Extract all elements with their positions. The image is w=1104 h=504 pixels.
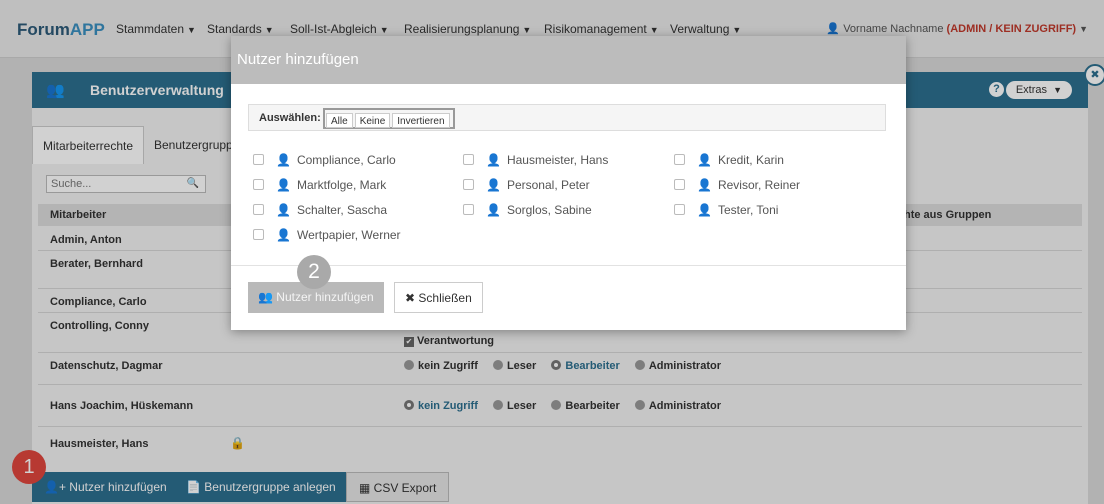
step-badge-2: 2 bbox=[297, 255, 331, 289]
checkbox[interactable] bbox=[674, 179, 685, 190]
checkbox[interactable] bbox=[253, 154, 264, 165]
checkbox[interactable] bbox=[253, 179, 264, 190]
checkbox[interactable] bbox=[463, 154, 474, 165]
select-all-button[interactable]: Alle bbox=[326, 113, 353, 128]
checkbox[interactable] bbox=[674, 154, 685, 165]
person-icon: 👤 bbox=[697, 153, 712, 167]
user-option[interactable]: 👤 Kredit, Karin bbox=[674, 153, 784, 167]
select-none-button[interactable]: Keine bbox=[354, 113, 391, 128]
modal-header: Nutzer hinzufügen bbox=[231, 36, 906, 84]
person-icon: 👤 bbox=[486, 153, 501, 167]
select-label: Auswählen: bbox=[259, 112, 321, 124]
user-option[interactable]: 👤 Tester, Toni bbox=[674, 203, 778, 217]
person-icon: 👤 bbox=[697, 203, 712, 217]
checkbox[interactable] bbox=[463, 204, 474, 215]
modal-close-button[interactable]: ✖ Schließen bbox=[394, 282, 483, 313]
user-option[interactable]: 👤 Personal, Peter bbox=[463, 178, 590, 192]
user-option[interactable]: 👤 Wertpapier, Werner bbox=[253, 228, 401, 242]
user-option[interactable]: 👤 Revisor, Reiner bbox=[674, 178, 800, 192]
modal-footer-divider bbox=[231, 265, 906, 266]
select-button-group: Alle Keine Invertieren bbox=[323, 108, 455, 129]
modal-title: Nutzer hinzufügen bbox=[237, 51, 359, 68]
user-option[interactable]: 👤 Sorglos, Sabine bbox=[463, 203, 592, 217]
checkbox[interactable] bbox=[674, 204, 685, 215]
person-icon: 👤 bbox=[486, 203, 501, 217]
add-users-icon: 👥 bbox=[258, 290, 277, 304]
close-icon: ✖ bbox=[405, 291, 419, 305]
checkbox[interactable] bbox=[253, 229, 264, 240]
user-option[interactable]: 👤 Compliance, Carlo bbox=[253, 153, 396, 167]
user-option[interactable]: 👤 Marktfolge, Mark bbox=[253, 178, 386, 192]
person-icon: 👤 bbox=[276, 153, 291, 167]
checkbox[interactable] bbox=[253, 204, 264, 215]
checkbox[interactable] bbox=[463, 179, 474, 190]
person-icon: 👤 bbox=[697, 178, 712, 192]
select-toolbar: Auswählen: Alle Keine Invertieren bbox=[248, 104, 886, 131]
person-icon: 👤 bbox=[276, 228, 291, 242]
user-option[interactable]: 👤 Schalter, Sascha bbox=[253, 203, 387, 217]
add-user-modal: Nutzer hinzufügen Auswählen: Alle Keine In… bbox=[231, 36, 906, 330]
person-icon: 👤 bbox=[486, 178, 501, 192]
select-invert-button[interactable]: Invertieren bbox=[392, 113, 450, 128]
user-option[interactable]: 👤 Hausmeister, Hans bbox=[463, 153, 608, 167]
person-icon: 👤 bbox=[276, 178, 291, 192]
person-icon: 👤 bbox=[276, 203, 291, 217]
